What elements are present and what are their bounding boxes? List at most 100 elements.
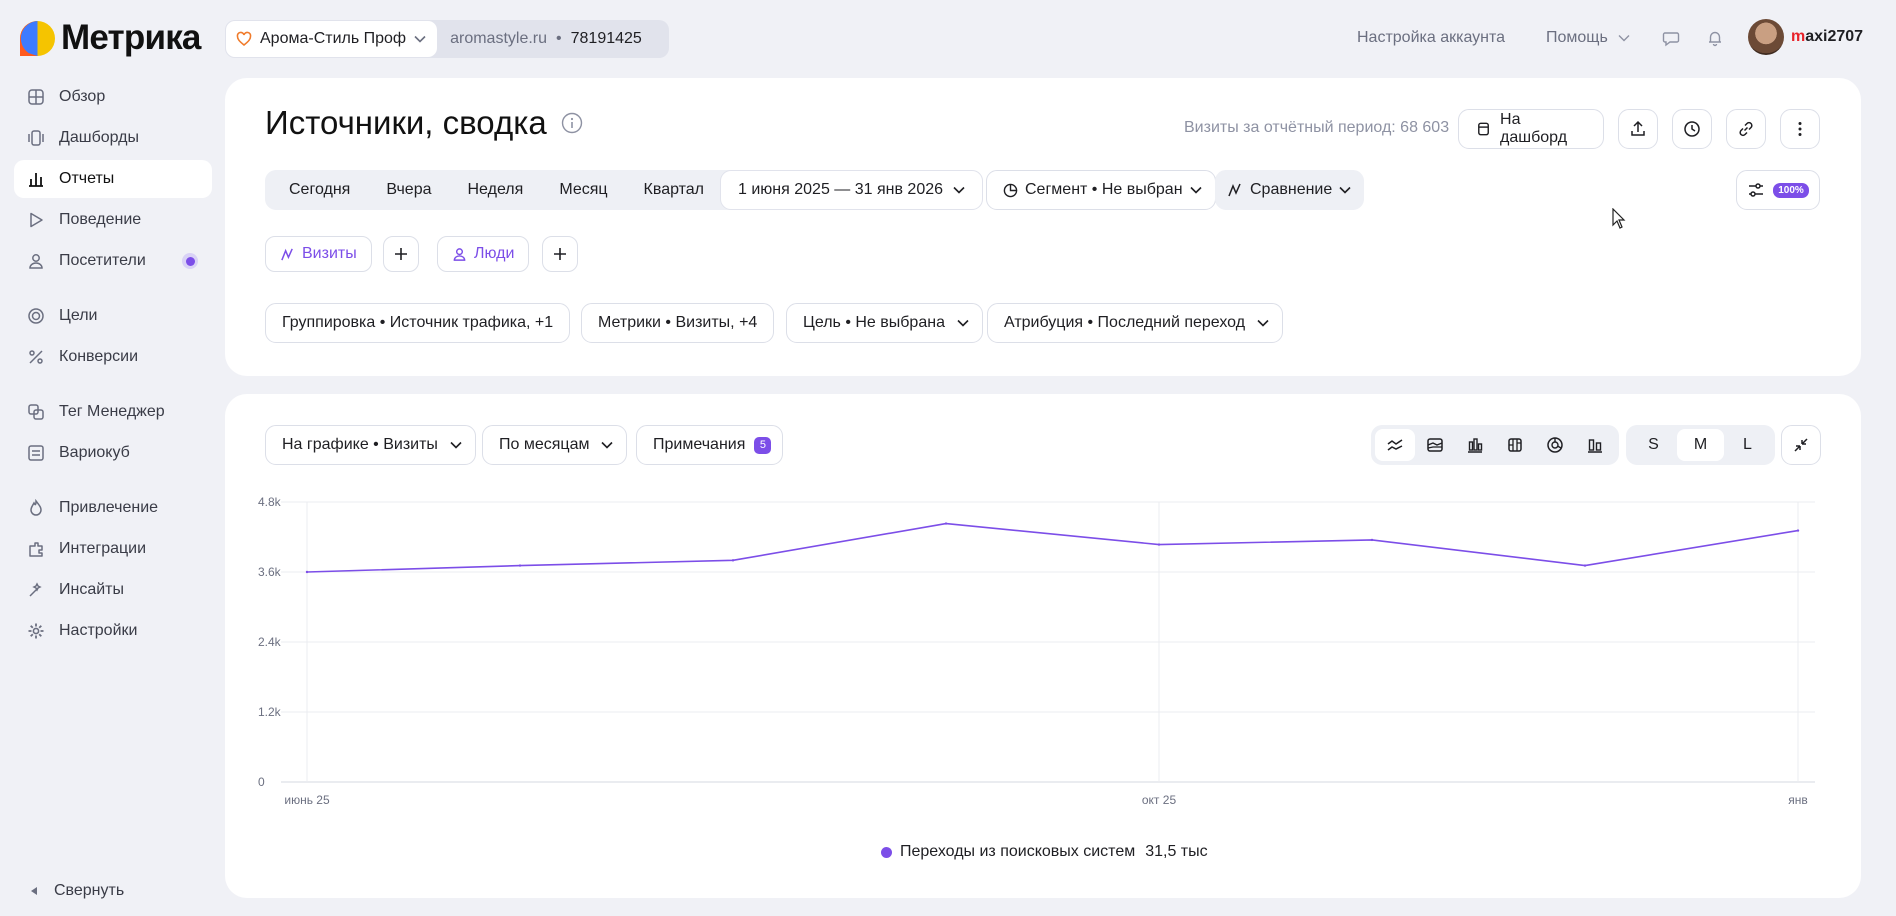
page-title-text: Источники, сводка xyxy=(265,104,547,141)
goal-label: Цель • Не выбрана xyxy=(803,314,945,331)
sidebar-item-label: Вариокуб xyxy=(59,444,130,461)
sidebar-item-insights[interactable]: Инсайты xyxy=(14,571,212,609)
y-tick-label: 2.4k xyxy=(258,635,282,649)
date-range-label: 1 июня 2025 — 31 янв 2026 xyxy=(738,181,944,198)
more-options-button[interactable] xyxy=(1780,109,1820,149)
metrics-label: Метрики • Визиты, +4 xyxy=(598,314,758,331)
add-to-dashboard-button[interactable]: На дашборд xyxy=(1458,109,1604,149)
export-button[interactable] xyxy=(1618,109,1658,149)
copy-link-button[interactable] xyxy=(1726,109,1766,149)
chevron-down-icon xyxy=(1339,186,1351,194)
legend-color-dot xyxy=(881,846,892,858)
comparison-dropdown[interactable]: Сравнение xyxy=(1215,170,1365,210)
dashboards-icon xyxy=(28,130,44,146)
user-menu[interactable]: maxi2707 xyxy=(1748,19,1863,55)
attribution-dropdown[interactable]: Атрибуция • Последний переход xyxy=(987,303,1284,343)
sidebar-item-conversions[interactable]: Конверсии xyxy=(14,338,212,376)
conversions-icon xyxy=(29,350,43,364)
counter-name-dropdown[interactable]: Арома-Стиль Проф xyxy=(225,20,439,58)
sidebar-item-label: Настройки xyxy=(59,622,138,639)
x-tick-label: окт 25 xyxy=(1142,793,1177,807)
clock-icon xyxy=(1684,121,1700,137)
period-quarter[interactable]: Квартал xyxy=(626,170,722,210)
chart-card: На графике • Визиты По месяцам Примечани… xyxy=(225,394,1861,898)
chevron-down-icon xyxy=(414,35,426,43)
acquisition-icon xyxy=(30,499,42,516)
period-month[interactable]: Месяц xyxy=(541,170,625,210)
help-menu[interactable]: Помощь xyxy=(1546,0,1630,75)
info-icon[interactable] xyxy=(561,112,583,134)
more-vertical-icon xyxy=(1798,122,1802,136)
heart-icon xyxy=(236,31,252,47)
y-tick-label: 0 xyxy=(258,775,265,789)
visits-filter-button[interactable]: Визиты xyxy=(265,236,372,272)
period-week[interactable]: Неделя xyxy=(450,170,542,210)
visits-filter-label: Визиты xyxy=(302,245,357,262)
add-people-filter-button[interactable] xyxy=(542,236,578,272)
sidebar-item-label: Привлечение xyxy=(59,499,159,516)
history-button[interactable] xyxy=(1672,109,1712,149)
sidebar-item-tag-manager[interactable]: Тег Менеджер xyxy=(14,393,212,431)
counter-site: aromastyle.ru xyxy=(450,30,548,47)
series-line xyxy=(306,522,1799,573)
sidebar-item-label: Конверсии xyxy=(59,348,139,365)
sidebar-item-integrations[interactable]: Интеграции xyxy=(14,530,212,568)
grouping-button[interactable]: Группировка • Источник трафика, +1 xyxy=(265,303,571,343)
comparison-icon xyxy=(1228,183,1241,197)
counter-id: 78191425 xyxy=(570,30,642,47)
metrics-button[interactable]: Метрики • Визиты, +4 xyxy=(581,303,775,343)
variocube-icon xyxy=(28,445,44,461)
period-selector: Сегодня Вчера Неделя Месяц Квартал 1 июн… xyxy=(265,170,984,210)
people-filter-button[interactable]: Люди xyxy=(437,236,530,272)
chevron-down-icon xyxy=(957,319,969,327)
messages-button[interactable] xyxy=(1662,0,1680,75)
help-label: Помощь xyxy=(1546,28,1608,46)
notifications-button[interactable] xyxy=(1706,0,1724,75)
sidebar-item-dashboards[interactable]: Дашборды xyxy=(14,119,212,157)
legend-series-total: 31,5 тыс xyxy=(1145,843,1208,860)
add-visits-filter-button[interactable] xyxy=(383,236,419,272)
legend-series-name: Переходы из поисковых систем xyxy=(900,843,1136,860)
plus-icon xyxy=(554,248,566,260)
sidebar-item-goals[interactable]: Цели xyxy=(14,297,212,335)
data-point xyxy=(305,570,309,574)
account-settings-label: Настройка аккаунта xyxy=(1357,28,1506,46)
period-today[interactable]: Сегодня xyxy=(271,170,368,210)
goal-dropdown[interactable]: Цель • Не выбрана xyxy=(786,303,983,343)
plus-icon xyxy=(395,248,407,260)
sidebar-item-label: Дашборды xyxy=(59,129,139,146)
sampling-settings-button[interactable]: 100% xyxy=(1736,170,1820,210)
sidebar-item-label: Тег Менеджер xyxy=(59,403,165,420)
chevron-down-icon xyxy=(1618,34,1630,41)
sidebar-item-reports[interactable]: Отчеты xyxy=(14,160,212,198)
sidebar-item-overview[interactable]: Обзор xyxy=(14,78,212,116)
dashboard-stack-icon xyxy=(1478,122,1489,136)
date-range-picker[interactable]: 1 июня 2025 — 31 янв 2026 xyxy=(720,170,984,210)
segment-dropdown[interactable]: Сегмент • Не выбран xyxy=(986,170,1216,210)
sidebar-item-label: Интеграции xyxy=(59,540,147,557)
period-yesterday[interactable]: Вчера xyxy=(368,170,449,210)
sidebar-item-acquisition[interactable]: Привлечение xyxy=(14,489,212,527)
collapse-sidebar-button[interactable]: Свернуть xyxy=(30,882,124,900)
visits-total: Визиты за отчётный период: 68 603 xyxy=(1184,119,1450,136)
username: maxi2707 xyxy=(1791,28,1864,45)
sidebar-item-behavior[interactable]: Поведение xyxy=(14,201,212,239)
caret-left-icon xyxy=(31,887,37,895)
comparison-label: Сравнение xyxy=(1250,181,1333,198)
insights-icon xyxy=(29,582,42,597)
sidebar-item-visitors[interactable]: Посетители xyxy=(14,242,212,280)
bell-icon xyxy=(1709,31,1721,46)
metrika-logo[interactable]: Метрика xyxy=(20,18,201,58)
sidebar-item-label: Отчеты xyxy=(59,170,115,187)
separator-dot: • xyxy=(556,30,562,47)
counter-meta: aromastyle.ru • 78191425 xyxy=(438,20,669,58)
counter-selector[interactable]: Арома-Стиль Проф aromastyle.ru • 7819142… xyxy=(225,20,669,58)
sidebar-item-label: Цели xyxy=(59,307,98,324)
person-icon xyxy=(453,247,466,261)
integrations-icon xyxy=(29,542,43,557)
tag-manager-icon xyxy=(28,404,44,420)
account-settings-link[interactable]: Настройка аккаунта xyxy=(1357,0,1505,75)
sidebar-item-variocube[interactable]: Вариокуб xyxy=(14,434,212,472)
sidebar-item-settings[interactable]: Настройки xyxy=(14,612,212,650)
chart-legend-item[interactable]: Переходы из поисковых систем 31,5 тыс xyxy=(881,843,1208,861)
